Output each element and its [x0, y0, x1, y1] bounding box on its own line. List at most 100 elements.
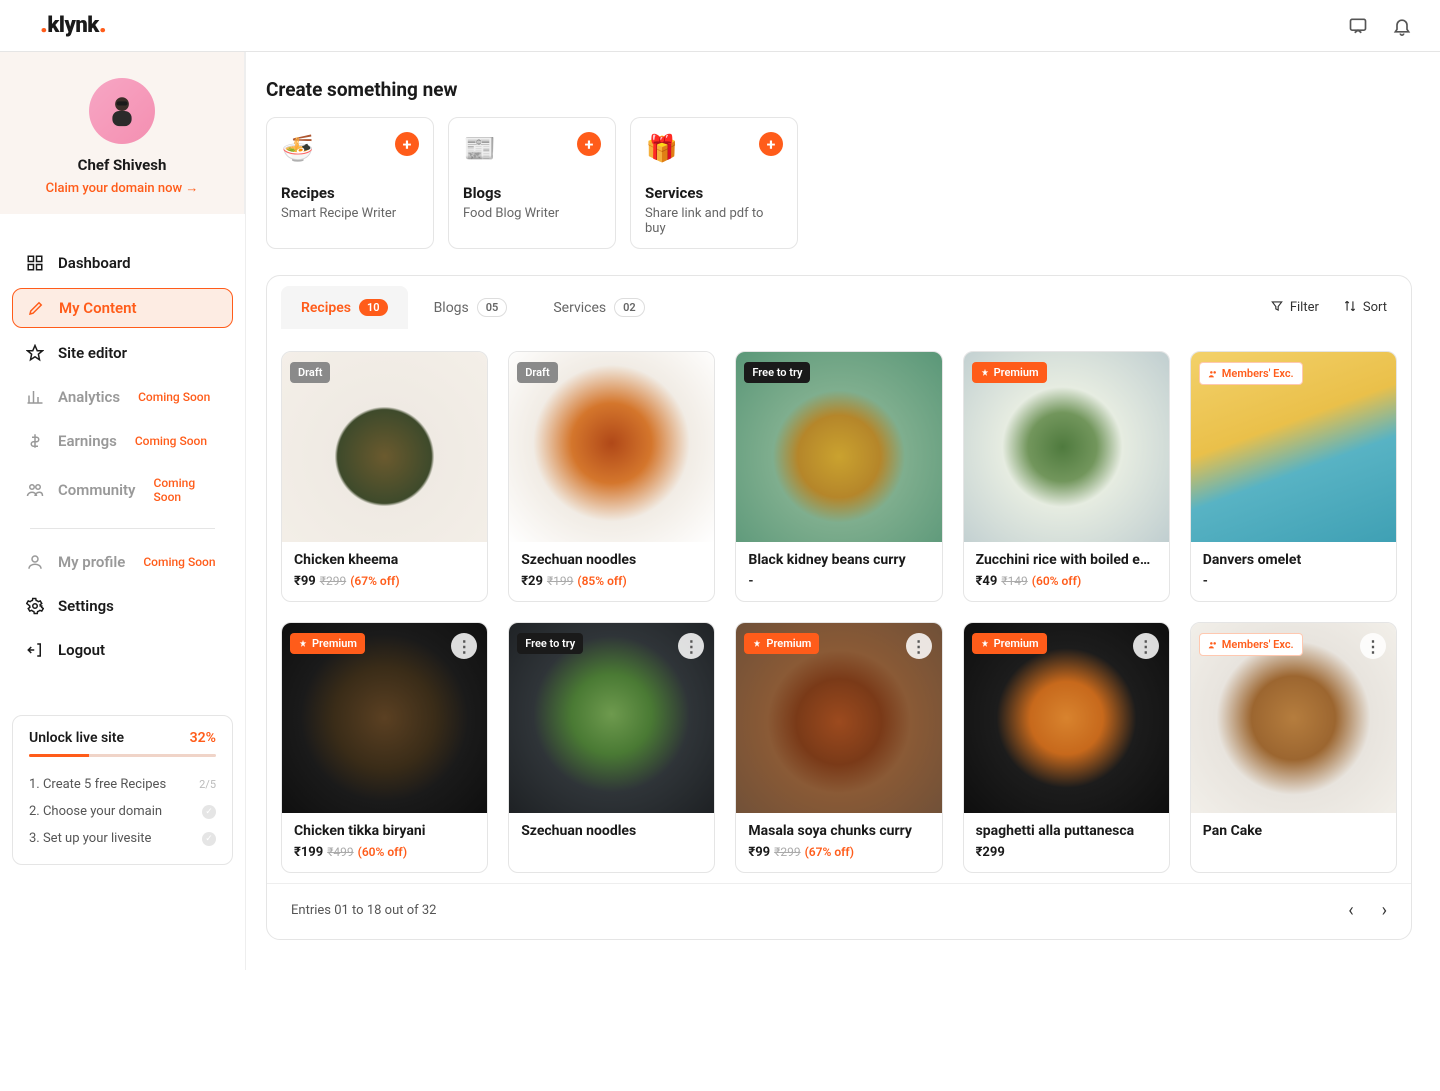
price-row: ₹49 ₹149 (60% off)	[976, 574, 1157, 589]
add-icon[interactable]: +	[759, 132, 783, 156]
nav-dashboard[interactable]: Dashboard	[12, 244, 233, 282]
price-strike: ₹299	[774, 845, 800, 859]
create-card-icon: 🎁	[645, 132, 679, 166]
price: ₹29	[521, 574, 543, 589]
pager-prev[interactable]: ‹	[1348, 900, 1353, 921]
unlock-step[interactable]: 1. Create 5 free Recipes2/5	[29, 771, 216, 798]
nav-label: Earnings	[58, 432, 117, 450]
unlock-step[interactable]: 2. Choose your domain✓	[29, 798, 216, 825]
recipe-card[interactable]: Members' Exc. ⋮ Pan Cake	[1190, 622, 1397, 873]
coming-soon-badge: Coming Soon	[138, 390, 210, 404]
claim-domain-link[interactable]: Claim your domain now →	[0, 180, 244, 196]
avatar[interactable]	[89, 78, 155, 144]
coming-soon-badge: Coming Soon	[135, 434, 207, 448]
recipe-image: Free to try ⋮	[509, 623, 714, 813]
unlock-percent: 32%	[190, 730, 216, 746]
check-icon: ✓	[202, 805, 216, 819]
create-card-icon: 📰	[463, 132, 497, 166]
chat-icon[interactable]	[1348, 16, 1368, 36]
pencil-icon	[27, 299, 45, 317]
tabs: Recipes10Blogs05Services02	[281, 286, 665, 329]
coming-soon-badge: Coming Soon	[143, 555, 215, 569]
price-discount: (67% off)	[805, 845, 854, 859]
tab-label: Blogs	[434, 300, 469, 316]
nav-label: My Content	[59, 299, 137, 317]
topbar: .klynk.	[0, 0, 1440, 52]
tab-recipes[interactable]: Recipes10	[281, 286, 408, 329]
nav-settings[interactable]: Settings	[12, 587, 233, 625]
more-icon[interactable]: ⋮	[451, 633, 477, 659]
nav-label: Site editor	[58, 344, 127, 362]
recipe-title: Szechuan noodles	[521, 823, 702, 839]
nav-logout[interactable]: Logout	[12, 631, 233, 669]
dashboard-icon	[26, 254, 44, 272]
sort-button[interactable]: Sort	[1343, 299, 1387, 317]
tab-row: Recipes10Blogs05Services02 Filter Sort	[267, 276, 1411, 329]
recipe-image: Members' Exc.	[1191, 352, 1396, 542]
price-discount: (60% off)	[1032, 574, 1081, 588]
filter-button[interactable]: Filter	[1270, 299, 1319, 317]
more-icon[interactable]: ⋮	[906, 633, 932, 659]
nav-label: My profile	[58, 553, 125, 571]
recipe-badge: Free to try	[517, 633, 583, 654]
add-icon[interactable]: +	[577, 132, 601, 156]
pager: Entries 01 to 18 out of 32 ‹ ›	[267, 883, 1411, 939]
pager-text: Entries 01 to 18 out of 32	[291, 903, 436, 918]
nav-divider	[30, 528, 215, 529]
create-card-sub: Smart Recipe Writer	[281, 206, 419, 221]
nav-my-profile: My profile Coming Soon	[12, 543, 233, 581]
recipe-image: Premium ⋮	[736, 623, 941, 813]
create-card-recipes[interactable]: 🍜 + Recipes Smart Recipe Writer	[266, 117, 434, 249]
create-card-title: Services	[645, 184, 783, 202]
price-discount: (67% off)	[350, 574, 399, 588]
check-icon: ✓	[202, 832, 216, 846]
nav-site-editor[interactable]: Site editor	[12, 334, 233, 372]
sort-icon	[1343, 299, 1357, 317]
unlock-title: Unlock live site	[29, 730, 124, 746]
logo[interactable]: .klynk.	[40, 13, 106, 38]
pager-next[interactable]: ›	[1382, 900, 1387, 921]
recipe-title: Pan Cake	[1203, 823, 1384, 839]
recipe-card[interactable]: Premium ⋮ Masala soya chunks curry ₹99 ₹…	[735, 622, 942, 873]
unlock-step[interactable]: 3. Set up your livesite ✓	[29, 825, 216, 852]
tab-services[interactable]: Services02	[533, 286, 664, 329]
recipe-title: Masala soya chunks curry	[748, 823, 929, 839]
price-row: -	[748, 574, 929, 589]
bell-icon[interactable]	[1392, 16, 1412, 36]
recipe-badge: Draft	[290, 362, 330, 383]
add-icon[interactable]: +	[395, 132, 419, 156]
nav-label: Analytics	[58, 388, 120, 406]
recipe-title: Danvers omelet	[1203, 552, 1384, 568]
recipe-card[interactable]: Draft Szechuan noodles ₹29 ₹199 (85% off…	[508, 351, 715, 602]
more-icon[interactable]: ⋮	[1133, 633, 1159, 659]
recipe-card[interactable]: Premium ⋮ Chicken tikka biryani ₹199 ₹49…	[281, 622, 488, 873]
nav-label: Community	[58, 481, 136, 499]
nav-my-content[interactable]: My Content	[12, 288, 233, 328]
recipe-card[interactable]: Premium ⋮ spaghetti alla puttanesca ₹299	[963, 622, 1170, 873]
more-icon[interactable]: ⋮	[1360, 633, 1386, 659]
recipe-card[interactable]: Draft Chicken kheema ₹99 ₹299 (67% off)	[281, 351, 488, 602]
create-card-services[interactable]: 🎁 + Services Share link and pdf to buy	[630, 117, 798, 249]
recipe-card[interactable]: Premium Zucchini rice with boiled eg... …	[963, 351, 1170, 602]
recipe-card[interactable]: Free to try ⋮ Szechuan noodles	[508, 622, 715, 873]
create-card-blogs[interactable]: 📰 + Blogs Food Blog Writer	[448, 117, 616, 249]
tab-blogs[interactable]: Blogs05	[414, 286, 528, 329]
price: ₹199	[294, 845, 323, 860]
nav-label: Settings	[58, 597, 114, 615]
recipe-card[interactable]: Members' Exc. Danvers omelet -	[1190, 351, 1397, 602]
more-icon[interactable]: ⋮	[678, 633, 704, 659]
page-title: Create something new	[266, 78, 1412, 101]
price: -	[1203, 574, 1208, 589]
price-row: ₹199 ₹499 (60% off)	[294, 845, 475, 860]
filter-icon	[1270, 299, 1284, 317]
progress-bar	[29, 754, 216, 757]
step-label: 3. Set up your livesite	[29, 831, 151, 846]
price-discount: (85% off)	[577, 574, 626, 588]
dollar-icon	[26, 432, 44, 450]
content-panel: Recipes10Blogs05Services02 Filter Sort D…	[266, 275, 1412, 940]
recipe-card[interactable]: Free to try Black kidney beans curry -	[735, 351, 942, 602]
tab-count: 02	[614, 298, 645, 317]
price-row: ₹299	[976, 845, 1157, 860]
price-row: ₹29 ₹199 (85% off)	[521, 574, 702, 589]
recipe-image: Premium ⋮	[282, 623, 487, 813]
